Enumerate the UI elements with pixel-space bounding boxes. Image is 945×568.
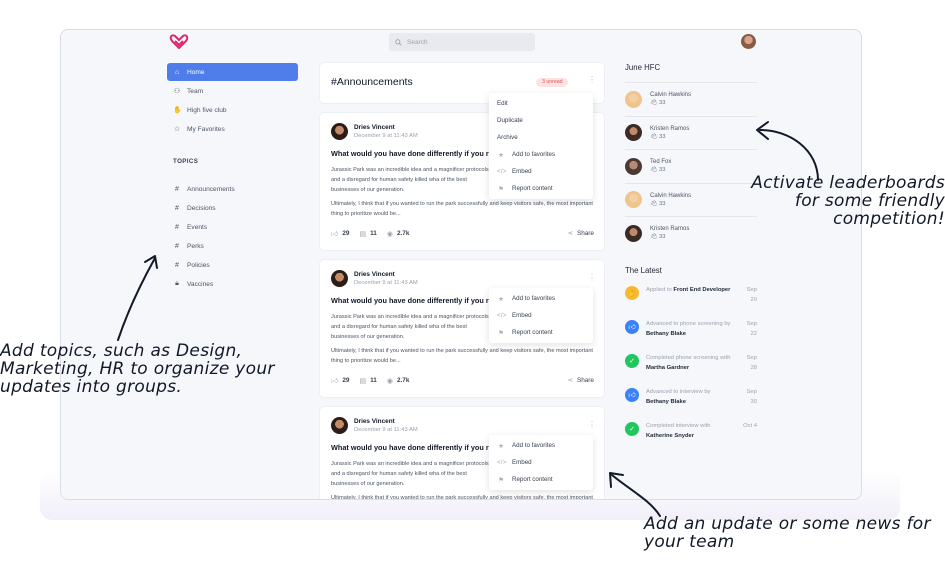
annotation-update: Add an update or some news for your team [644,514,931,552]
marketing-screenshot: Search ⌂ Home ⚇ Team ✋ High five club ☆ … [0,0,945,568]
annotation-arrows [117,121,819,517]
annotation-topics: Add topics, such as Design, Marketing, H… [0,341,275,397]
annotation-leaderboards: Activate leaderboards for some friendly … [751,173,945,229]
